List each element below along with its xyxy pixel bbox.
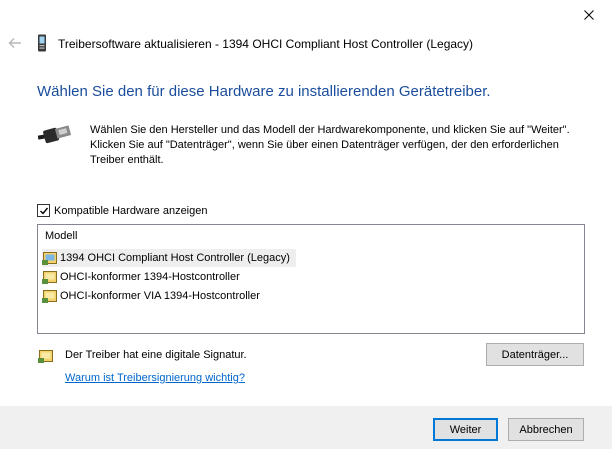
cancel-button[interactable]: Abbrechen bbox=[508, 418, 584, 441]
model-list-item-label: OHCI-konformer VIA 1394-Hostcontroller bbox=[60, 290, 260, 302]
device-icon bbox=[38, 34, 46, 52]
signature-info-link[interactable]: Warum ist Treibersignierung wichtig? bbox=[65, 372, 245, 384]
model-list-item[interactable]: OHCI-konformer VIA 1394-Hostcontroller bbox=[42, 287, 266, 305]
signature-status-text: Der Treiber hat eine digitale Signatur. bbox=[65, 349, 247, 361]
model-list-item-label: 1394 OHCI Compliant Host Controller (Leg… bbox=[60, 252, 290, 264]
model-list-item[interactable]: 1394 OHCI Compliant Host Controller (Leg… bbox=[42, 249, 296, 267]
back-arrow-icon bbox=[8, 38, 21, 48]
page-heading: Wählen Sie den für diese Hardware zu ins… bbox=[37, 83, 491, 100]
ieee1394-connector-icon bbox=[38, 125, 72, 144]
compatible-hardware-option[interactable]: Kompatible Hardware anzeigen bbox=[37, 203, 207, 218]
close-icon bbox=[584, 10, 594, 20]
model-list-item[interactable]: OHCI-konformer 1394-Hostcontroller bbox=[42, 268, 246, 286]
window-title: Treibersoftware aktualisieren - 1394 OHC… bbox=[58, 37, 474, 51]
description-text: Wählen Sie den Hersteller und das Modell… bbox=[90, 124, 570, 166]
driver-signed-icon bbox=[42, 252, 57, 265]
title-bar: Treibersoftware aktualisieren - 1394 OHC… bbox=[0, 0, 612, 64]
driver-signed-icon bbox=[38, 350, 53, 363]
model-list-item-label: OHCI-konformer 1394-Hostcontroller bbox=[60, 271, 240, 283]
have-disk-button[interactable]: Datenträger... bbox=[486, 343, 584, 366]
close-button[interactable] bbox=[566, 0, 612, 30]
back-button[interactable] bbox=[4, 33, 26, 53]
model-list[interactable]: Modell 1394 OHCI Compliant Host Controll… bbox=[37, 224, 585, 334]
next-button[interactable]: Weiter bbox=[433, 418, 498, 441]
checkmark-icon bbox=[39, 207, 48, 215]
model-list-header: Modell bbox=[45, 230, 78, 242]
compatible-hardware-label[interactable]: Kompatible Hardware anzeigen bbox=[54, 205, 207, 217]
driver-signed-icon bbox=[42, 290, 57, 303]
driver-signed-icon bbox=[42, 271, 57, 284]
compatible-hardware-checkbox[interactable] bbox=[37, 204, 50, 217]
